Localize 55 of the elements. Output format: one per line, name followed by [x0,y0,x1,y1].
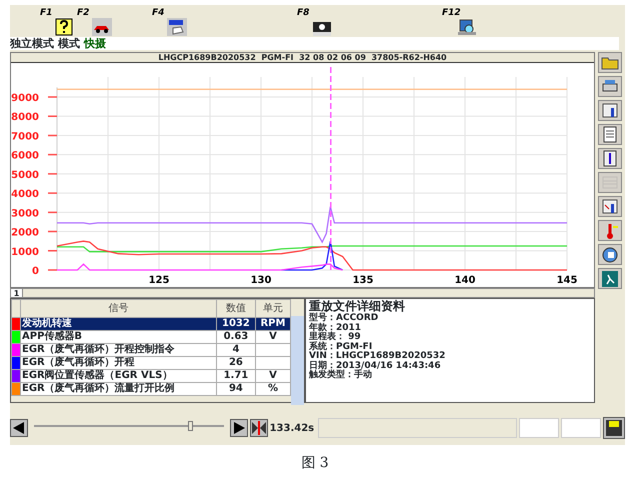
y-tick-label: 9000 [11,93,39,104]
signal-name: APP传感器B [22,331,82,342]
y-tick-label: 5000 [11,170,39,181]
y-tick-label: 6000 [11,150,39,162]
y-tick-label: 0 [32,266,39,277]
signal-value: 4 [232,344,240,355]
signal-value: 94 [228,383,243,394]
detail-line: 触发类型：手动 [309,371,373,380]
playback-time: 133.42s [270,422,316,436]
mode-label[interactable]: 快摄 [84,37,106,50]
chart-header: LHGCP1689B2020532 PGM-FI 32 08 02 06 09 37805-R62-H640 [11,53,594,63]
signal-name: EGR（废气再循环）流量打开比例 [22,383,175,394]
signal-value: 1.71 [224,370,248,381]
x-tick-label: 140 [454,275,476,286]
y-tick-label: 7000 [11,131,39,142]
signal-name: 发动机转速 [22,318,72,329]
x-tick-label: 125 [148,275,170,286]
figure-caption: 图 3 [300,454,330,473]
signal-unit: RPM [260,318,286,329]
details-title: 重放文件详细资料 [309,299,406,313]
signal-name: EGR（废气再循环）开程 [22,357,135,368]
y-tick-label: 8000 [11,112,39,124]
signal-unit: V [269,370,277,381]
detail-line: VIN：LHGCP1689B2020532 [309,352,446,361]
column-header[interactable]: 信号 [20,300,217,318]
signal-value: 26 [228,357,243,368]
function-key-button[interactable]: F2 [75,7,115,37]
signal-unit: V [269,331,277,342]
function-key-button[interactable]: F8 [295,7,335,37]
signal-name: EGR（废气再循环）开程控制指令 [22,344,175,355]
mode-label[interactable]: 模式 [58,37,80,50]
page-tab[interactable]: 1 [11,289,23,297]
detail-line: 系统：PGM-FI [309,342,372,352]
y-tick-label: 3000 [11,208,39,220]
signal-value: 1032 [222,318,250,329]
y-tick-label: 4000 [11,189,39,200]
detail-line: 里程表： 99 [309,333,362,342]
function-key-button[interactable]: F12 [440,7,480,37]
column-header[interactable]: 数值 [216,300,256,318]
x-tick-label: 135 [352,275,374,286]
signal-unit: % [268,383,278,394]
column-header[interactable]: 单元 [255,300,291,318]
x-tick-label: 145 [556,275,578,286]
detail-line: 年款：2011 [309,324,362,332]
function-key-button[interactable]: F4 [150,7,190,37]
detail-line: 日期：2013/04/16 14:43:46 [309,362,442,370]
function-key-button[interactable]: F1 [38,7,78,37]
horizontal-scrollbar[interactable]: 1 [10,288,595,298]
y-tick-label: 2000 [11,228,39,239]
y-tick-label: 1000 [11,246,39,258]
x-tick-label: 130 [250,275,272,286]
detail-line: 型号：ACCORD [309,314,380,323]
mode-label[interactable]: 独立模式 [10,37,54,50]
signal-name: EGR阀位置传感器（EGR VLS） [22,370,172,381]
signal-value: 0.63 [224,331,248,342]
